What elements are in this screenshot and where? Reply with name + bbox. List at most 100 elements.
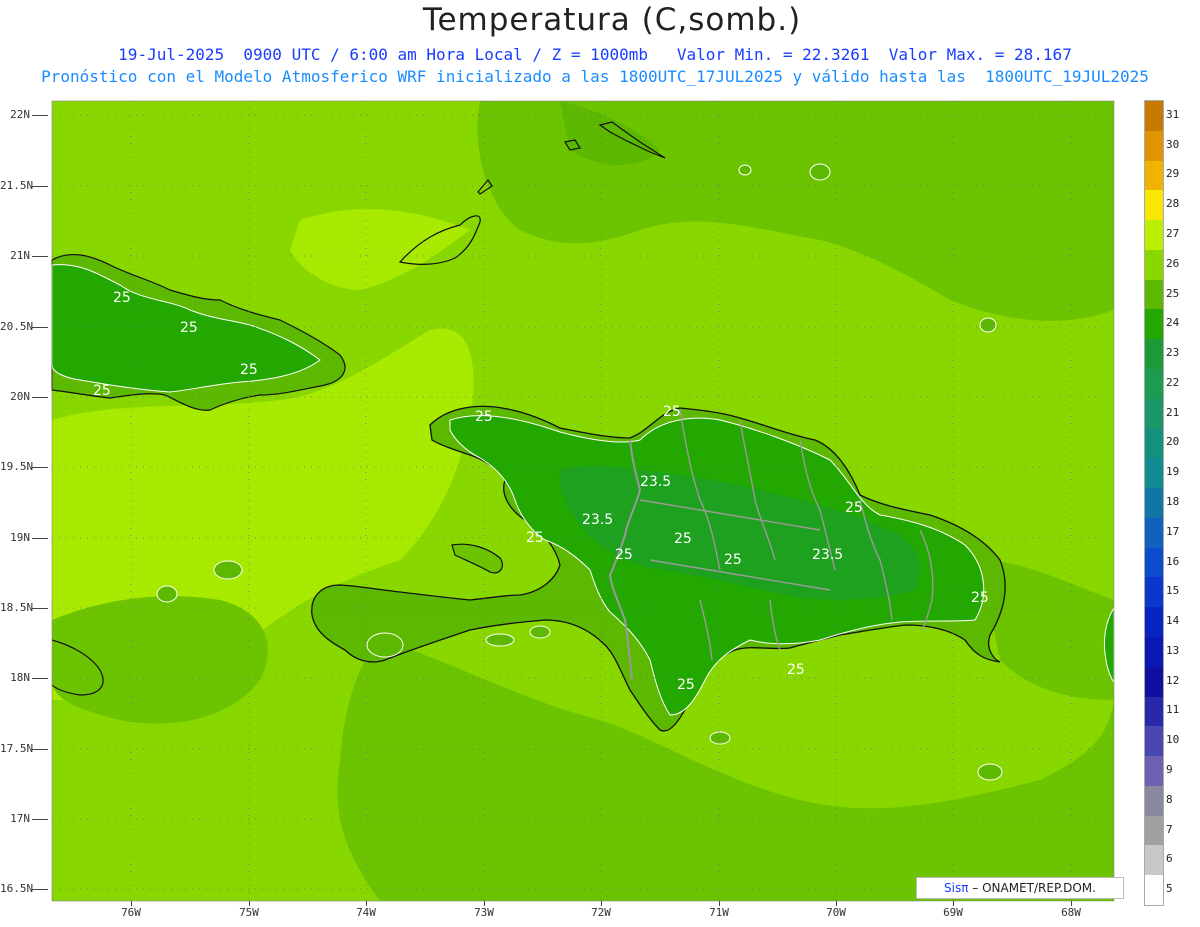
legend-value-label: 14 — [1166, 614, 1180, 628]
latitude-label: 17N — [10, 812, 30, 825]
latitude-tick — [32, 608, 48, 609]
latitude-tick — [32, 397, 48, 398]
legend-value-label: 12 — [1166, 673, 1180, 687]
legend-value-label: 26 — [1166, 256, 1180, 270]
legend-value-label: 11 — [1166, 703, 1180, 717]
latitude-label: 18.5N — [0, 601, 34, 614]
contour-label: 25 — [787, 662, 805, 678]
legend-swatch — [1145, 756, 1163, 787]
legend-swatch — [1145, 726, 1163, 757]
longitude-label: 70W — [826, 906, 846, 919]
latitude-label: 19.5N — [0, 460, 34, 473]
legend-swatch — [1145, 458, 1163, 489]
latitude-tick — [32, 889, 48, 890]
legend-value-label: 5 — [1166, 882, 1173, 896]
legend-swatch — [1145, 101, 1163, 132]
legend-value-label: 13 — [1166, 643, 1180, 657]
longitude-label: 68W — [1061, 906, 1081, 919]
latitude-label: 21.5N — [0, 179, 34, 192]
legend-value-label: 17 — [1166, 524, 1180, 538]
longitude-label: 69W — [943, 906, 963, 919]
latitude-tick — [32, 467, 48, 468]
credit-text: – ONAMET/REP.DOM. — [968, 881, 1096, 895]
legend-value-label: 18 — [1166, 495, 1180, 508]
latitude-label: 18N — [10, 671, 30, 684]
latitude-tick — [32, 327, 48, 328]
legend-swatch — [1145, 279, 1163, 310]
legend-swatch — [1145, 517, 1163, 549]
longitude-label: 76W — [121, 906, 141, 919]
longitude-label: 73W — [474, 906, 494, 919]
longitude-label: 74W — [356, 906, 376, 919]
longitude-tick — [953, 901, 954, 906]
legend-value-label: 22 — [1166, 375, 1180, 389]
longitude-tick — [836, 901, 837, 906]
longitude-tick — [249, 901, 250, 906]
contour-label: 25 — [724, 552, 742, 568]
legend-value-label: 23 — [1166, 346, 1180, 360]
legend-value-label: 19 — [1166, 465, 1180, 479]
legend-swatch — [1145, 666, 1163, 698]
latitude-tick — [32, 115, 48, 116]
legend-swatch — [1145, 607, 1163, 638]
latitude-label: 16.5N — [0, 882, 34, 895]
legend-swatch — [1145, 249, 1163, 281]
legend-swatch — [1145, 875, 1163, 906]
legend-swatch — [1145, 488, 1163, 519]
legend-swatch — [1145, 339, 1163, 370]
legend-value-label: 20 — [1166, 435, 1180, 449]
legend-value-label: 31 — [1166, 107, 1180, 121]
latitude-label: 20.5N — [0, 320, 34, 333]
longitude-label: 72W — [591, 906, 611, 919]
longitude-tick — [131, 901, 132, 906]
latitude-tick — [32, 186, 48, 187]
color-legend — [1144, 100, 1164, 906]
contour-label: 25 — [971, 590, 989, 606]
legend-value-label: 24 — [1166, 316, 1180, 330]
contour-label: 23.5 — [640, 474, 672, 490]
latitude-label: 21N — [10, 249, 30, 262]
longitude-label: 71W — [709, 906, 729, 919]
legend-swatch — [1145, 696, 1163, 727]
legend-swatch — [1145, 220, 1163, 251]
credit-box: Sisπ – ONAMET/REP.DOM. — [916, 877, 1124, 899]
legend-swatch — [1145, 845, 1163, 876]
legend-value-label: 9 — [1166, 763, 1173, 776]
legend-value-label: 25 — [1166, 286, 1180, 300]
contour-label: 25 — [674, 531, 692, 547]
longitude-tick — [484, 901, 485, 906]
legend-value-label: 21 — [1166, 405, 1180, 419]
latitude-tick — [32, 749, 48, 750]
longitude-tick — [1071, 901, 1072, 906]
latitude-tick — [32, 819, 48, 820]
contour-label: 25 — [93, 383, 111, 399]
latitude-label: 19N — [10, 531, 30, 544]
contour-label: 25 — [845, 500, 863, 516]
longitude-label: 75W — [239, 906, 259, 919]
longitude-tick — [366, 901, 367, 906]
legend-swatch — [1145, 815, 1163, 846]
legend-swatch — [1145, 309, 1163, 340]
contour-label: 23.5 — [582, 512, 614, 528]
legend-value-label: 7 — [1166, 822, 1173, 836]
latitude-tick — [32, 256, 48, 257]
legend-swatch — [1145, 398, 1163, 430]
contour-label: 25 — [180, 320, 198, 336]
legend-swatch — [1145, 785, 1163, 817]
latitude-tick — [32, 678, 48, 679]
contour-label: 23.5 — [812, 547, 844, 563]
legend-swatch — [1145, 428, 1163, 459]
sispi-logo: Sisπ — [944, 881, 969, 895]
legend-swatch — [1145, 130, 1163, 162]
legend-swatch — [1145, 160, 1163, 191]
latitude-label: 17.5N — [0, 742, 34, 755]
contour-label: 25 — [526, 530, 544, 546]
legend-value-label: 27 — [1166, 227, 1180, 240]
legend-swatch — [1145, 190, 1163, 221]
legend-value-label: 15 — [1166, 584, 1180, 598]
latitude-tick — [32, 538, 48, 539]
legend-value-label: 10 — [1166, 733, 1180, 747]
legend-swatch — [1145, 637, 1163, 668]
legend-swatch — [1145, 369, 1163, 400]
legend-value-label: 8 — [1166, 792, 1173, 806]
